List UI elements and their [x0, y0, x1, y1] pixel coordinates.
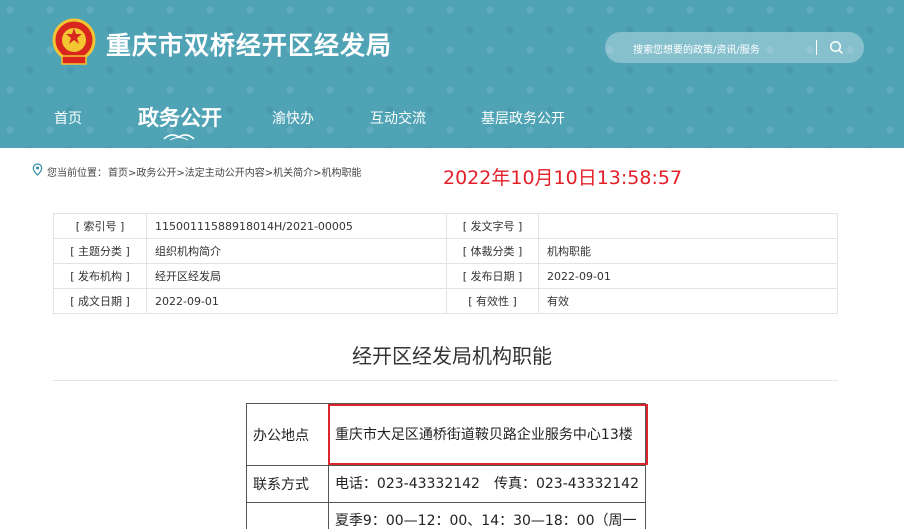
info-label-genre: [ 体裁分类 ]	[446, 238, 539, 264]
search-box[interactable]: 搜索您想要的政策/资讯/服务	[605, 32, 864, 63]
location-pin-icon	[32, 163, 43, 176]
info-value-publish-date: 2022-09-01	[538, 263, 838, 289]
info-label-written-date: [ 成文日期 ]	[53, 288, 147, 314]
info-label-publish-date: [ 发布日期 ]	[446, 263, 539, 289]
content-label-hours	[246, 502, 329, 529]
content-value-hours: 夏季9：00—12：00、14：30—18：00（周一	[327, 502, 647, 529]
search-divider	[816, 40, 817, 55]
national-emblem-icon[interactable]	[52, 18, 96, 66]
table-row: 联系方式 电话：023-43332142 传真：023-43332142	[246, 465, 647, 503]
nav-home[interactable]: 首页	[54, 108, 82, 128]
info-label-doc-number: [ 发文字号 ]	[446, 213, 539, 239]
content-table: 办公地点 重庆市大足区通桥街道鞍贝路企业服务中心13楼 联系方式 电话：023-…	[246, 403, 647, 529]
search-input[interactable]: 搜索您想要的政策/资讯/服务	[633, 41, 760, 56]
site-title[interactable]: 重庆市双桥经开区经发局	[106, 26, 392, 62]
table-row: [ 主题分类 ] 组织机构简介 [ 体裁分类 ] 机构职能	[53, 238, 838, 264]
content-value-contact: 电话：023-43332142 传真：023-43332142	[327, 465, 647, 503]
info-label-publisher: [ 发布机构 ]	[53, 263, 147, 289]
info-value-doc-number	[538, 213, 838, 239]
info-label-topic: [ 主题分类 ]	[53, 238, 147, 264]
content-label-contact: 联系方式	[246, 465, 329, 503]
table-row: 夏季9：00—12：00、14：30—18：00（周一	[246, 502, 647, 529]
active-tab-ornament-icon	[163, 134, 195, 141]
info-value-written-date: 2022-09-01	[146, 288, 447, 314]
search-icon[interactable]	[829, 40, 844, 55]
info-label-validity: [ 有效性 ]	[446, 288, 539, 314]
content-label-office-address: 办公地点	[246, 403, 329, 466]
site-header: 重庆市双桥经开区经发局 搜索您想要的政策/资讯/服务 首页 政务公开 渝快办 互…	[0, 0, 904, 148]
page-title: 经开区经发局机构职能	[352, 344, 552, 368]
nav-yukuaiban[interactable]: 渝快办	[272, 108, 314, 128]
nav-government-affairs[interactable]: 政务公开	[138, 102, 222, 132]
info-value-genre: 机构职能	[538, 238, 838, 264]
table-row: [ 发布机构 ] 经开区经发局 [ 发布日期 ] 2022-09-01	[53, 263, 838, 289]
document-info-table: [ 索引号 ] 11500111588918014H/2021-00005 [ …	[53, 213, 838, 314]
info-value-index-number: 11500111588918014H/2021-00005	[146, 213, 447, 239]
info-label-index-number: [ 索引号 ]	[53, 213, 147, 239]
breadcrumb[interactable]: 首页>政务公开>法定主动公开内容>机关简介>机构职能	[108, 164, 362, 179]
table-row: 办公地点 重庆市大足区通桥街道鞍贝路企业服务中心13楼	[246, 403, 647, 466]
info-value-topic: 组织机构简介	[146, 238, 447, 264]
title-divider	[53, 380, 838, 381]
info-value-publisher: 经开区经发局	[146, 263, 447, 289]
nav-grassroots-affairs[interactable]: 基层政务公开	[481, 108, 565, 128]
table-row: [ 成文日期 ] 2022-09-01 [ 有效性 ] 有效	[53, 288, 838, 314]
info-value-validity: 有效	[538, 288, 838, 314]
nav-interaction[interactable]: 互动交流	[370, 108, 426, 128]
breadcrumb-label: 您当前位置：	[47, 168, 107, 179]
content-value-office-address: 重庆市大足区通桥街道鞍贝路企业服务中心13楼	[327, 403, 647, 466]
table-row: [ 索引号 ] 11500111588918014H/2021-00005 [ …	[53, 213, 838, 239]
timestamp-overlay: 2022年10月10日13:58:57	[443, 167, 683, 189]
